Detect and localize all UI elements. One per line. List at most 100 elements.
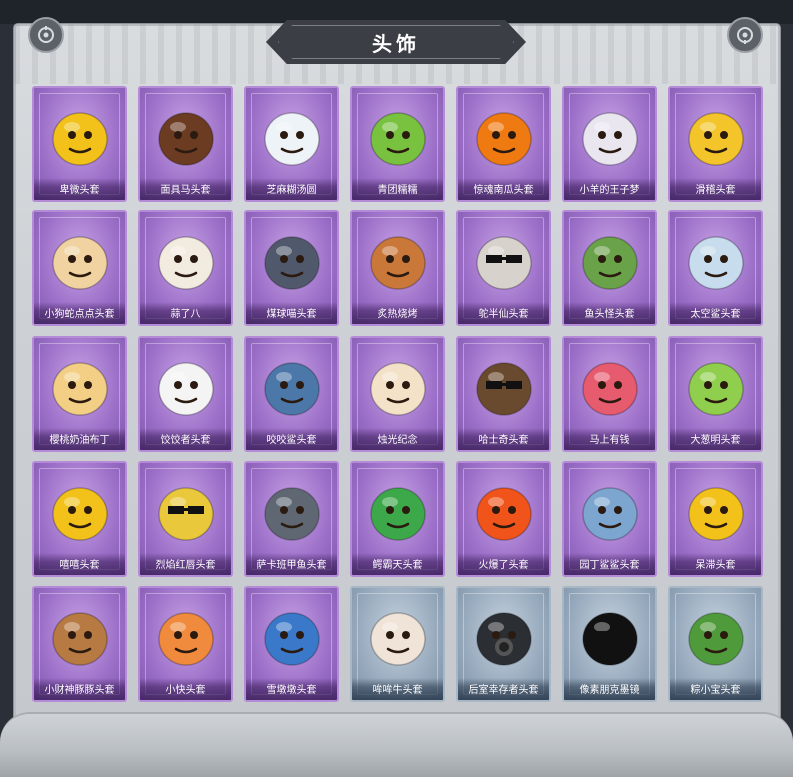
garlic-face-icon xyxy=(154,229,218,293)
item-label: 惊魂南瓜头套 xyxy=(458,178,549,200)
pixel-sunglasses-icon xyxy=(578,605,642,669)
pink-horse-head-icon xyxy=(578,355,642,419)
headwear-item-card[interactable]: 小财神豚豚头套 xyxy=(32,586,127,702)
headwear-item-card[interactable]: 滑稽头套 xyxy=(668,86,763,202)
item-label: 烈焰红唇头套 xyxy=(140,553,231,575)
headwear-item-card[interactable]: 火爆了头套 xyxy=(456,461,551,577)
item-label: 鱼头怪头套 xyxy=(564,302,655,324)
funny-smirk-face-icon xyxy=(684,105,748,169)
right-compass-icon xyxy=(727,17,763,53)
husky-sunglasses-icon xyxy=(472,355,536,419)
item-label: 哈士奇头套 xyxy=(458,428,549,450)
headwear-item-card[interactable]: 马上有钱 xyxy=(562,336,657,452)
headwear-item-card[interactable]: 后室幸存者头套 xyxy=(456,586,551,702)
item-label: 呆滞头套 xyxy=(670,553,761,575)
item-label: 嘻嘻头套 xyxy=(34,553,125,575)
biting-shark-icon xyxy=(260,355,324,419)
headwear-item-card[interactable]: 哞哞牛头套 xyxy=(350,586,445,702)
headwear-item-card[interactable]: 饺饺者头套 xyxy=(138,336,233,452)
item-label: 咬咬鲨头套 xyxy=(246,428,337,450)
green-fish-head-icon xyxy=(578,229,642,293)
headwear-item-card[interactable]: 炙热烧烤 xyxy=(350,210,445,326)
item-label: 太空鲨头套 xyxy=(670,302,761,324)
headwear-item-card[interactable]: 卑微头套 xyxy=(32,86,127,202)
headwear-item-card[interactable]: 哈士奇头套 xyxy=(456,336,551,452)
fire-spirit-face-icon xyxy=(472,480,536,544)
headwear-item-card[interactable]: 蒜了八 xyxy=(138,210,233,326)
jack-o-lantern-icon xyxy=(472,105,536,169)
item-label: 萨卡班甲鱼头套 xyxy=(246,553,337,575)
blank-stare-emoji-icon xyxy=(684,480,748,544)
headwear-item-card[interactable]: 鱼头怪头套 xyxy=(562,210,657,326)
headwear-item-card[interactable]: 鸵半仙头套 xyxy=(456,210,551,326)
headwear-item-card[interactable]: 萨卡班甲鱼头套 xyxy=(244,461,339,577)
crowned-sheep-icon xyxy=(578,105,642,169)
item-label: 鸵半仙头套 xyxy=(458,302,549,324)
horse-head-mask-icon xyxy=(154,105,218,169)
item-label: 烛光纪念 xyxy=(352,428,443,450)
item-label: 火爆了头套 xyxy=(458,553,549,575)
item-label: 饺饺者头套 xyxy=(140,428,231,450)
headwear-item-card[interactable]: 呆滞头套 xyxy=(668,461,763,577)
left-compass-icon xyxy=(28,17,64,53)
orange-tv-face-icon xyxy=(154,605,218,669)
item-label: 马上有钱 xyxy=(564,428,655,450)
headwear-item-card[interactable]: 青团糯糯 xyxy=(350,86,445,202)
headwear-item-card[interactable]: 太空鲨头套 xyxy=(668,210,763,326)
headwear-item-card[interactable]: 煤球喵头套 xyxy=(244,210,339,326)
green-rice-ball-face-icon xyxy=(366,105,430,169)
headwear-item-card[interactable]: 园丁鲨鲨头套 xyxy=(562,461,657,577)
dumpling-cloud-face-icon xyxy=(154,355,218,419)
grinning-emoji-face-icon xyxy=(48,480,112,544)
headwear-item-card[interactable]: 小狗蛇点点头套 xyxy=(32,210,127,326)
item-label: 青团糯糯 xyxy=(352,178,443,200)
headwear-item-card[interactable]: 鳄霸天头套 xyxy=(350,461,445,577)
sunglasses-raccoon-icon xyxy=(472,229,536,293)
headwear-item-card[interactable]: 粽小宝头套 xyxy=(668,586,763,702)
cherry-pudding-face-icon xyxy=(48,355,112,419)
gray-fish-head-icon xyxy=(260,480,324,544)
cow-head-icon xyxy=(366,605,430,669)
item-label: 大葱明头套 xyxy=(670,428,761,450)
item-label: 芝麻糊汤圆 xyxy=(246,178,337,200)
item-label: 面具马头套 xyxy=(140,178,231,200)
headwear-item-card[interactable]: 咬咬鲨头套 xyxy=(244,336,339,452)
blue-shark-head-icon xyxy=(684,229,748,293)
dog-snake-face-icon xyxy=(48,229,112,293)
gray-cat-face-icon xyxy=(260,229,324,293)
item-label: 小财神豚豚头套 xyxy=(34,678,125,700)
item-label: 滑稽头套 xyxy=(670,178,761,200)
headwear-item-card[interactable]: 嘻嘻头套 xyxy=(32,461,127,577)
crocodile-jaws-icon xyxy=(366,480,430,544)
panel-scroll-edge xyxy=(0,712,793,777)
item-label: 哞哞牛头套 xyxy=(352,678,443,700)
item-label: 粽小宝头套 xyxy=(670,678,761,700)
title-banner-border xyxy=(278,25,514,59)
gas-mask-helmet-icon xyxy=(472,605,536,669)
headwear-item-card[interactable]: 烛光纪念 xyxy=(350,336,445,452)
headwear-item-card[interactable]: 芝麻糊汤圆 xyxy=(244,86,339,202)
item-label: 樱桃奶油布丁 xyxy=(34,428,125,450)
bbq-meat-face-icon xyxy=(366,229,430,293)
headwear-item-card[interactable]: 小快头套 xyxy=(138,586,233,702)
item-label: 卑微头套 xyxy=(34,178,125,200)
item-label: 小快头套 xyxy=(140,678,231,700)
headwear-item-card[interactable]: 大葱明头套 xyxy=(668,336,763,452)
item-label: 像素朋克墨镜 xyxy=(564,678,655,700)
headwear-item-card[interactable]: 雪墩墩头套 xyxy=(244,586,339,702)
item-label: 园丁鲨鲨头套 xyxy=(564,553,655,575)
shark-with-antenna-icon xyxy=(578,480,642,544)
headwear-item-card[interactable]: 像素朋克墨镜 xyxy=(562,586,657,702)
worried-yellow-emoji-face-icon xyxy=(48,105,112,169)
candle-face-icon xyxy=(366,355,430,419)
yellow-mouse-sunglasses-icon xyxy=(154,480,218,544)
item-label: 小羊的王子梦 xyxy=(564,178,655,200)
headwear-item-card[interactable]: 烈焰红唇头套 xyxy=(138,461,233,577)
item-label: 炙热烧烤 xyxy=(352,302,443,324)
headwear-item-card[interactable]: 惊魂南瓜头套 xyxy=(456,86,551,202)
item-label: 雪墩墩头套 xyxy=(246,678,337,700)
headwear-item-card[interactable]: 小羊的王子梦 xyxy=(562,86,657,202)
snowman-antlers-icon xyxy=(260,605,324,669)
headwear-item-card[interactable]: 樱桃奶油布丁 xyxy=(32,336,127,452)
headwear-item-card[interactable]: 面具马头套 xyxy=(138,86,233,202)
